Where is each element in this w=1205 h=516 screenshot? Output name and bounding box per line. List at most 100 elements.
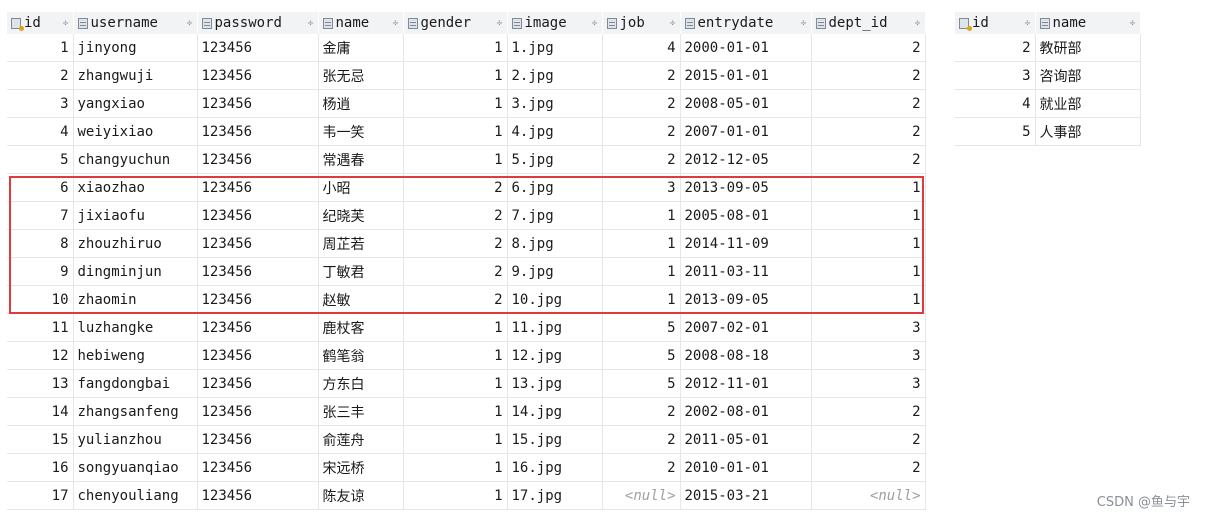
table-row[interactable]: 16 songyuanqiao 123456 宋远桥 1 16.jpg 2 2010-01-0… bbox=[7, 453, 926, 482]
cell-name[interactable]: 丁敏君 bbox=[318, 257, 404, 286]
cell-id[interactable]: 3 bbox=[955, 61, 1036, 90]
cell-username[interactable]: zhaomin bbox=[73, 285, 198, 314]
cell-gender[interactable]: 1 bbox=[403, 313, 508, 342]
cell-password[interactable]: 123456 bbox=[197, 369, 319, 398]
cell-entrydate[interactable]: 2011-03-11 bbox=[680, 257, 812, 286]
table-row[interactable]: 3 yangxiao 123456 杨逍 1 3.jpg 2 2008-05-01 2 bbox=[7, 89, 926, 118]
cell-job[interactable]: 2 bbox=[602, 145, 681, 174]
cell-dept-id[interactable]: 2 bbox=[811, 145, 926, 174]
cell-password[interactable]: 123456 bbox=[197, 201, 319, 230]
cell-dept-id[interactable]: 2 bbox=[811, 89, 926, 118]
cell-dept-id[interactable]: 1 bbox=[811, 173, 926, 202]
cell-image[interactable]: 13.jpg bbox=[507, 369, 603, 398]
cell-username[interactable]: dingminjun bbox=[73, 257, 198, 286]
sort-arrows-icon[interactable]: ÷ bbox=[392, 18, 398, 29]
sort-arrows-icon[interactable]: ÷ bbox=[186, 18, 192, 29]
cell-password[interactable]: 123456 bbox=[197, 257, 319, 286]
cell-name[interactable]: 杨逍 bbox=[318, 89, 404, 118]
cell-id[interactable]: 2 bbox=[7, 61, 74, 90]
cell-image[interactable]: 11.jpg bbox=[507, 313, 603, 342]
column-header-name[interactable]: name ÷ bbox=[1035, 12, 1141, 34]
table-row[interactable]: 17 chenyouliang 123456 陈友谅 1 17.jpg <null> 2015… bbox=[7, 481, 926, 510]
cell-id[interactable]: 4 bbox=[955, 89, 1036, 118]
cell-name[interactable]: 鹤笔翁 bbox=[318, 341, 404, 370]
cell-job[interactable]: 2 bbox=[602, 89, 681, 118]
table-row[interactable]: 3 咨询部 bbox=[955, 61, 1141, 90]
cell-id[interactable]: 10 bbox=[7, 285, 74, 314]
cell-dept-id[interactable]: 1 bbox=[811, 229, 926, 258]
cell-name[interactable]: 常遇春 bbox=[318, 145, 404, 174]
cell-gender[interactable]: 1 bbox=[403, 397, 508, 426]
cell-name[interactable]: 张三丰 bbox=[318, 397, 404, 426]
cell-username[interactable]: songyuanqiao bbox=[73, 453, 198, 482]
cell-image[interactable]: 8.jpg bbox=[507, 229, 603, 258]
cell-gender[interactable]: 2 bbox=[403, 201, 508, 230]
table-row[interactable]: 13 fangdongbai 123456 方东白 1 13.jpg 5 2012-11-01… bbox=[7, 369, 926, 398]
cell-image[interactable]: 14.jpg bbox=[507, 397, 603, 426]
cell-id[interactable]: 13 bbox=[7, 369, 74, 398]
cell-username[interactable]: weiyixiao bbox=[73, 117, 198, 146]
cell-gender[interactable]: 1 bbox=[403, 34, 508, 62]
cell-id[interactable]: 11 bbox=[7, 313, 74, 342]
cell-id[interactable]: 12 bbox=[7, 341, 74, 370]
sort-arrows-icon[interactable]: ÷ bbox=[496, 18, 502, 29]
cell-image[interactable]: 5.jpg bbox=[507, 145, 603, 174]
column-header-job[interactable]: job ÷ bbox=[602, 12, 681, 34]
table-row[interactable]: 9 dingminjun 123456 丁敏君 2 9.jpg 1 2011-03-11 1 bbox=[7, 257, 926, 286]
cell-name[interactable]: 陈友谅 bbox=[318, 481, 404, 510]
cell-entrydate[interactable]: 2000-01-01 bbox=[680, 34, 812, 62]
sort-arrows-icon[interactable]: ÷ bbox=[800, 18, 806, 29]
cell-id[interactable]: 14 bbox=[7, 397, 74, 426]
cell-image[interactable]: 7.jpg bbox=[507, 201, 603, 230]
cell-image[interactable]: 3.jpg bbox=[507, 89, 603, 118]
cell-job[interactable]: 1 bbox=[602, 201, 681, 230]
cell-job[interactable]: 5 bbox=[602, 341, 681, 370]
cell-username[interactable]: zhangsanfeng bbox=[73, 397, 198, 426]
cell-job[interactable]: 1 bbox=[602, 229, 681, 258]
cell-gender[interactable]: 1 bbox=[403, 369, 508, 398]
cell-gender[interactable]: 1 bbox=[403, 341, 508, 370]
table-row[interactable]: 8 zhouzhiruo 123456 周芷若 2 8.jpg 1 2014-11-09 1 bbox=[7, 229, 926, 258]
cell-entrydate[interactable]: 2015-03-21 bbox=[680, 481, 812, 510]
sort-arrows-icon[interactable]: ÷ bbox=[669, 18, 675, 29]
cell-password[interactable]: 123456 bbox=[197, 481, 319, 510]
cell-name[interactable]: 就业部 bbox=[1035, 89, 1141, 118]
cell-job[interactable]: 2 bbox=[602, 117, 681, 146]
cell-job[interactable]: 5 bbox=[602, 313, 681, 342]
cell-dept-id[interactable]: <null> bbox=[811, 481, 926, 510]
cell-name[interactable]: 金庸 bbox=[318, 34, 404, 62]
cell-dept-id[interactable]: 2 bbox=[811, 453, 926, 482]
table-row[interactable]: 5 人事部 bbox=[955, 117, 1141, 146]
cell-dept-id[interactable]: 2 bbox=[811, 34, 926, 62]
table-row[interactable]: 14 zhangsanfeng 123456 张三丰 1 14.jpg 2 2002-08-0… bbox=[7, 397, 926, 426]
cell-name[interactable]: 小昭 bbox=[318, 173, 404, 202]
cell-name[interactable]: 纪晓芙 bbox=[318, 201, 404, 230]
cell-name[interactable]: 方东白 bbox=[318, 369, 404, 398]
cell-id[interactable]: 17 bbox=[7, 481, 74, 510]
cell-image[interactable]: 2.jpg bbox=[507, 61, 603, 90]
cell-dept-id[interactable]: 3 bbox=[811, 313, 926, 342]
table-row[interactable]: 5 changyuchun 123456 常遇春 1 5.jpg 2 2012-12-05 2 bbox=[7, 145, 926, 174]
cell-username[interactable]: fangdongbai bbox=[73, 369, 198, 398]
cell-job[interactable]: 2 bbox=[602, 425, 681, 454]
cell-gender[interactable]: 1 bbox=[403, 425, 508, 454]
cell-gender[interactable]: 2 bbox=[403, 285, 508, 314]
column-header-username[interactable]: username ÷ bbox=[73, 12, 198, 34]
cell-name[interactable]: 鹿杖客 bbox=[318, 313, 404, 342]
cell-name[interactable]: 张无忌 bbox=[318, 61, 404, 90]
cell-name[interactable]: 俞莲舟 bbox=[318, 425, 404, 454]
cell-username[interactable]: xiaozhao bbox=[73, 173, 198, 202]
cell-username[interactable]: hebiweng bbox=[73, 341, 198, 370]
cell-gender[interactable]: 1 bbox=[403, 453, 508, 482]
cell-name[interactable]: 咨询部 bbox=[1035, 61, 1141, 90]
cell-job[interactable]: 1 bbox=[602, 285, 681, 314]
column-header-dept-id[interactable]: dept_id ÷ bbox=[811, 12, 926, 34]
cell-password[interactable]: 123456 bbox=[197, 229, 319, 258]
cell-id[interactable]: 3 bbox=[7, 89, 74, 118]
cell-entrydate[interactable]: 2008-08-18 bbox=[680, 341, 812, 370]
cell-password[interactable]: 123456 bbox=[197, 397, 319, 426]
sort-arrows-icon[interactable]: ÷ bbox=[591, 18, 597, 29]
cell-dept-id[interactable]: 2 bbox=[811, 397, 926, 426]
cell-job[interactable]: 1 bbox=[602, 257, 681, 286]
cell-image[interactable]: 16.jpg bbox=[507, 453, 603, 482]
